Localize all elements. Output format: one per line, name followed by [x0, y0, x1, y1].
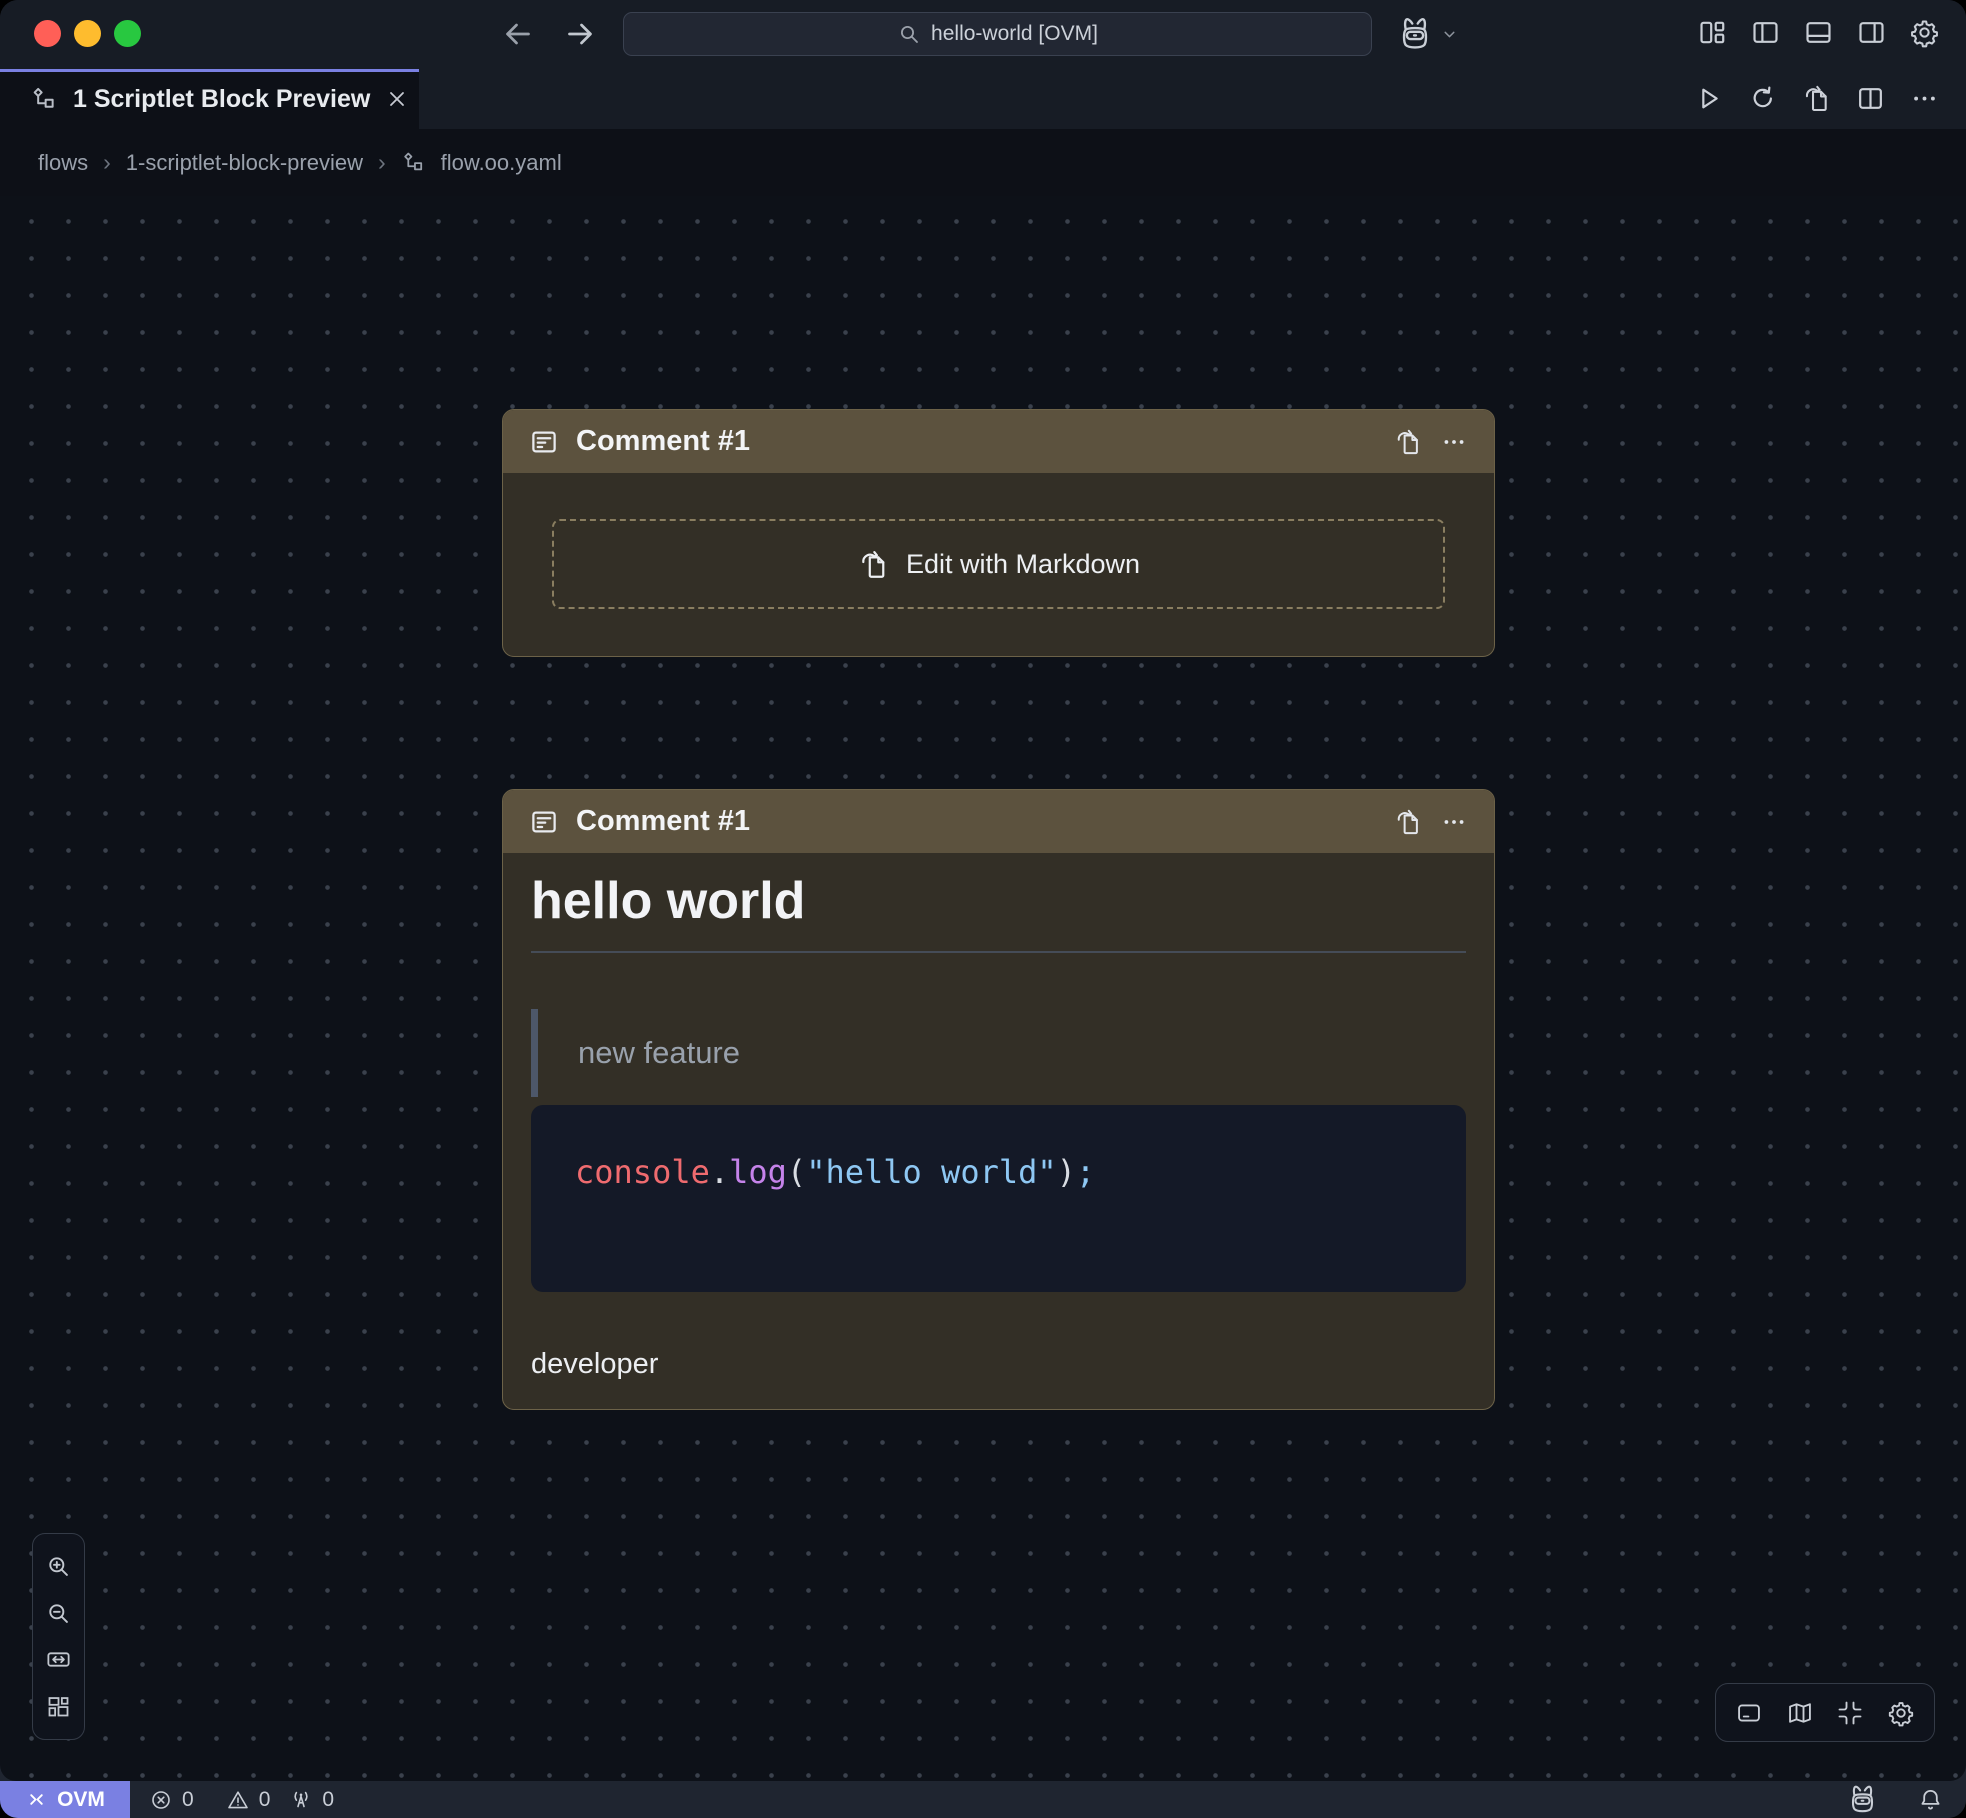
comment-node-empty[interactable]: Comment #1 Edit with Markdown — [502, 409, 1495, 657]
code-line: console.log("hello world"); — [575, 1153, 1095, 1191]
rerun-icon[interactable] — [1747, 83, 1778, 114]
minimize-window-button[interactable] — [74, 20, 101, 47]
tab-bar: 1 Scriptlet Block Preview — [0, 69, 1966, 129]
app-window: hello-world [OVM] 1 Scriptlet Block Prev… — [0, 0, 1966, 1818]
edit-with-markdown-button[interactable]: Edit with Markdown — [552, 519, 1445, 609]
remote-indicator[interactable]: OVM — [0, 1781, 130, 1818]
breadcrumb-separator: › — [103, 149, 111, 176]
search-value: hello-world [OVM] — [931, 22, 1098, 46]
mascot-status-icon[interactable] — [1846, 1783, 1879, 1816]
toggle-panel-icon[interactable] — [1803, 17, 1834, 48]
assistant-menu[interactable] — [1396, 13, 1458, 55]
zoom-in-icon[interactable] — [45, 1553, 72, 1580]
comment-node-header[interactable]: Comment #1 — [503, 410, 1494, 473]
author-text: developer — [531, 1348, 1466, 1381]
breadcrumb-separator: › — [378, 149, 386, 176]
breadcrumb-item-file[interactable]: flow.oo.yaml — [441, 150, 562, 176]
canvas-view-toolbar — [1715, 1683, 1935, 1742]
flow-file-icon — [401, 150, 426, 175]
warning-count: 0 — [259, 1788, 271, 1812]
comment-node-title: Comment #1 — [576, 425, 1376, 458]
forward-arrow-icon[interactable] — [562, 16, 598, 52]
tab-scriptlet-block-preview[interactable]: 1 Scriptlet Block Preview — [0, 69, 419, 129]
toggle-sidebar-right-icon[interactable] — [1856, 17, 1887, 48]
edit-with-markdown-label: Edit with Markdown — [906, 549, 1140, 580]
customize-layout-icon[interactable] — [1697, 17, 1728, 48]
markdown-heading: hello world — [531, 871, 1466, 931]
status-bar: OVM 0 0 0 — [0, 1781, 1966, 1818]
edit-markdown-icon — [857, 548, 890, 581]
run-flow-icon[interactable] — [1693, 83, 1724, 114]
close-window-button[interactable] — [34, 20, 61, 47]
collapse-view-icon[interactable] — [1836, 1699, 1864, 1727]
toggle-sidebar-left-icon[interactable] — [1750, 17, 1781, 48]
warnings-icon — [226, 1788, 250, 1812]
blockquote-text: new feature — [578, 1035, 740, 1071]
zoom-out-icon[interactable] — [45, 1600, 72, 1627]
search-icon — [897, 22, 921, 46]
canvas-settings-icon[interactable] — [1887, 1699, 1915, 1727]
problems-indicator[interactable]: 0 0 — [149, 1788, 270, 1812]
edit-markdown-icon[interactable] — [1393, 427, 1423, 457]
flow-canvas[interactable]: Comment #1 Edit with Markdown Comment #1… — [0, 196, 1966, 1781]
markdown-blockquote: new feature — [531, 1009, 1466, 1097]
remote-label: OVM — [57, 1788, 105, 1812]
note-icon — [529, 427, 559, 457]
errors-icon — [149, 1788, 173, 1812]
flow-icon — [30, 85, 58, 113]
more-actions-icon[interactable] — [1909, 83, 1940, 114]
close-tab-icon[interactable] — [385, 87, 409, 111]
mascot-icon — [1396, 15, 1434, 53]
comment-node-header[interactable]: Comment #1 — [503, 790, 1494, 853]
more-options-icon[interactable] — [1440, 428, 1468, 456]
markdown-divider — [531, 951, 1466, 953]
settings-gear-icon[interactable] — [1909, 17, 1940, 48]
auto-layout-icon[interactable] — [45, 1693, 72, 1720]
console-panel-icon[interactable] — [1735, 1699, 1763, 1727]
minimap-icon[interactable] — [1786, 1699, 1814, 1727]
command-center-search[interactable]: hello-world [OVM] — [623, 12, 1372, 56]
note-icon — [529, 807, 559, 837]
edit-markdown-icon[interactable] — [1393, 807, 1423, 837]
tab-label: 1 Scriptlet Block Preview — [73, 85, 370, 114]
traffic-lights — [34, 20, 141, 47]
error-count: 0 — [182, 1788, 194, 1812]
maximize-window-button[interactable] — [114, 20, 141, 47]
open-preview-icon[interactable] — [1801, 83, 1832, 114]
comment-markdown-body: hello world new feature console.log("hel… — [503, 871, 1494, 1407]
remote-icon — [25, 1788, 48, 1811]
canvas-zoom-toolbar — [32, 1533, 85, 1740]
breadcrumb-item-folder[interactable]: 1-scriptlet-block-preview — [126, 150, 363, 176]
notifications-bell-icon[interactable] — [1917, 1786, 1944, 1813]
code-block: console.log("hello world"); — [531, 1105, 1466, 1292]
comment-node-title: Comment #1 — [576, 805, 1376, 838]
split-editor-icon[interactable] — [1855, 83, 1886, 114]
back-arrow-icon[interactable] — [500, 16, 536, 52]
comment-node-body: Edit with Markdown — [503, 473, 1494, 655]
chevron-down-icon — [1441, 26, 1458, 43]
comment-node-filled[interactable]: Comment #1 hello world new feature conso… — [502, 789, 1495, 1410]
breadcrumb-item-flows[interactable]: flows — [38, 150, 88, 176]
title-bar: hello-world [OVM] — [0, 0, 1966, 69]
ports-indicator[interactable]: 0 — [289, 1788, 334, 1812]
radio-tower-icon — [289, 1788, 313, 1812]
fit-view-icon[interactable] — [45, 1646, 72, 1673]
port-count: 0 — [322, 1788, 334, 1812]
more-options-icon[interactable] — [1440, 808, 1468, 836]
breadcrumb: flows › 1-scriptlet-block-preview › flow… — [0, 129, 1966, 196]
